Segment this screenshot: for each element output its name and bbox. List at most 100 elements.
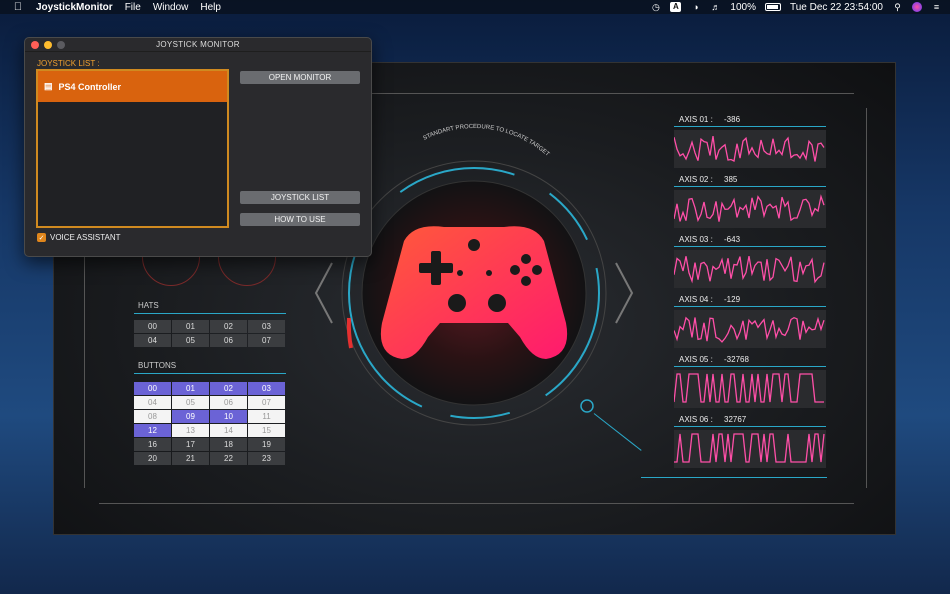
joystick-list-label: JOYSTICK LIST : — [37, 59, 100, 68]
button-cell: 23 — [248, 452, 285, 465]
axis-underline — [674, 306, 826, 307]
battery-percent: 100% — [730, 1, 756, 13]
axis-waveform — [674, 130, 826, 168]
siri-icon[interactable] — [912, 2, 922, 12]
axis-waveform — [674, 430, 826, 468]
button-cell: 01 — [172, 382, 209, 395]
clock[interactable]: Tue Dec 22 23:54:00 — [790, 2, 883, 13]
control-center-icon[interactable]: ≡ — [931, 2, 942, 12]
hat-cell: 05 — [172, 334, 209, 347]
hat-cell: 02 — [210, 320, 247, 333]
button-cell: 00 — [134, 382, 171, 395]
axis-underline — [674, 126, 826, 127]
button-cell: 08 — [134, 410, 171, 423]
joystick-list-button[interactable]: JOYSTICK LIST — [240, 191, 360, 204]
axis-value: 32767 — [724, 415, 747, 424]
hat-cell: 01 — [172, 320, 209, 333]
panel-titlebar[interactable]: JOYSTICK MONITOR — [25, 38, 371, 52]
axis-label: AXIS 02 : — [679, 175, 713, 184]
button-cell: 16 — [134, 438, 171, 451]
menu-bar:  JoystickMonitor File Window Help ◷ A ◑… — [0, 0, 950, 14]
apple-menu-icon[interactable]:  — [8, 1, 28, 13]
joystick-item-label: PS4 Controller — [58, 81, 122, 92]
axis-value: -129 — [724, 295, 741, 304]
wifi-icon[interactable]: ◑ — [690, 2, 701, 12]
button-cell: 07 — [248, 396, 285, 409]
hats-title: HATS — [138, 301, 159, 310]
volume-icon[interactable]: ♬ — [710, 2, 721, 12]
button-cell: 09 — [172, 410, 209, 423]
input-source-icon[interactable]: A — [670, 2, 682, 12]
menu-window[interactable]: Window — [153, 2, 189, 13]
gamepad-small-icon: ▤ — [44, 81, 53, 91]
axis-waveform — [674, 370, 826, 408]
hats-grid: 00 01 02 03 04 05 06 07 — [134, 320, 285, 347]
axis-underline — [674, 366, 826, 367]
voice-assistant-toggle[interactable]: ✓ VOICE ASSISTANT — [37, 233, 121, 242]
voice-assistant-checkbox[interactable]: ✓ — [37, 233, 46, 242]
spotlight-search-icon[interactable]: ⚲ — [892, 2, 903, 12]
hat-cell: 00 — [134, 320, 171, 333]
menu-file[interactable]: File — [125, 2, 141, 13]
chevron-right-icon — [615, 262, 634, 324]
axis-waveform — [674, 250, 826, 288]
target-node-icon — [580, 399, 594, 413]
buttons-title: BUTTONS — [138, 361, 177, 370]
axis-label: AXIS 03 : — [679, 235, 713, 244]
axis-label: AXIS 05 : — [679, 355, 713, 364]
joystick-list-item[interactable]: ▤ PS4 Controller — [38, 71, 227, 102]
button-cell: 04 — [134, 396, 171, 409]
axis-waveform — [674, 190, 826, 228]
axis-value: -643 — [724, 235, 741, 244]
battery-icon[interactable] — [764, 3, 781, 11]
chevron-left-icon — [314, 262, 333, 324]
radar-red-marker — [346, 317, 353, 349]
how-to-use-button[interactable]: HOW TO USE — [240, 213, 360, 226]
buttons-grid: 00 01 02 03 04 05 06 07 08 09 10 11 12 13 14 15 16 17 18 19… — [134, 382, 285, 465]
axis-label: AXIS 04 : — [679, 295, 713, 304]
hat-cell: 07 — [248, 334, 285, 347]
button-cell: 13 — [172, 424, 209, 437]
frame-line-bottom — [99, 503, 854, 504]
button-cell: 14 — [210, 424, 247, 437]
button-cell: 03 — [248, 382, 285, 395]
joystick-monitor-panel: JOYSTICK MONITOR JOYSTICK LIST : ▤ PS4 C… — [24, 37, 372, 257]
button-cell: 10 — [210, 410, 247, 423]
axis-underline — [674, 186, 826, 187]
axis-underline — [674, 246, 826, 247]
axis-value: -386 — [724, 115, 741, 124]
hats-underline — [134, 313, 286, 314]
button-cell: 15 — [248, 424, 285, 437]
open-monitor-button[interactable]: OPEN MONITOR — [240, 71, 360, 84]
axis-label: AXIS 01 : — [679, 115, 713, 124]
close-button[interactable] — [31, 41, 39, 49]
axis-value: 385 — [724, 175, 738, 184]
arc-caption: STANDART PROCEDURE TO LOCATE TARGET — [422, 124, 550, 158]
button-cell: 20 — [134, 452, 171, 465]
frame-line-right — [866, 108, 867, 488]
button-cell: 18 — [210, 438, 247, 451]
minimize-button[interactable] — [44, 41, 52, 49]
button-cell: 19 — [248, 438, 285, 451]
hat-cell: 04 — [134, 334, 171, 347]
time-machine-icon[interactable]: ◷ — [650, 2, 661, 12]
button-cell: 06 — [210, 396, 247, 409]
axis-label: AXIS 06 : — [679, 415, 713, 424]
voice-assistant-label: VOICE ASSISTANT — [50, 233, 121, 242]
app-menu[interactable]: JoystickMonitor — [36, 2, 113, 13]
button-cell: 17 — [172, 438, 209, 451]
axis-value: -32768 — [724, 355, 749, 364]
target-connector-line-horizontal — [641, 477, 827, 478]
button-cell: 22 — [210, 452, 247, 465]
button-cell: 05 — [172, 396, 209, 409]
status-area: ◷ A ◑ ♬ 100% Tue Dec 22 23:54:00 ⚲ ≡ — [650, 2, 942, 13]
axis-waveform — [674, 310, 826, 348]
joystick-list[interactable]: ▤ PS4 Controller — [36, 69, 229, 228]
menu-help[interactable]: Help — [200, 2, 221, 13]
axis-underline — [674, 426, 826, 427]
zoom-button[interactable] — [57, 41, 65, 49]
button-cell: 02 — [210, 382, 247, 395]
button-cell: 11 — [248, 410, 285, 423]
button-cell: 21 — [172, 452, 209, 465]
button-cell: 12 — [134, 424, 171, 437]
